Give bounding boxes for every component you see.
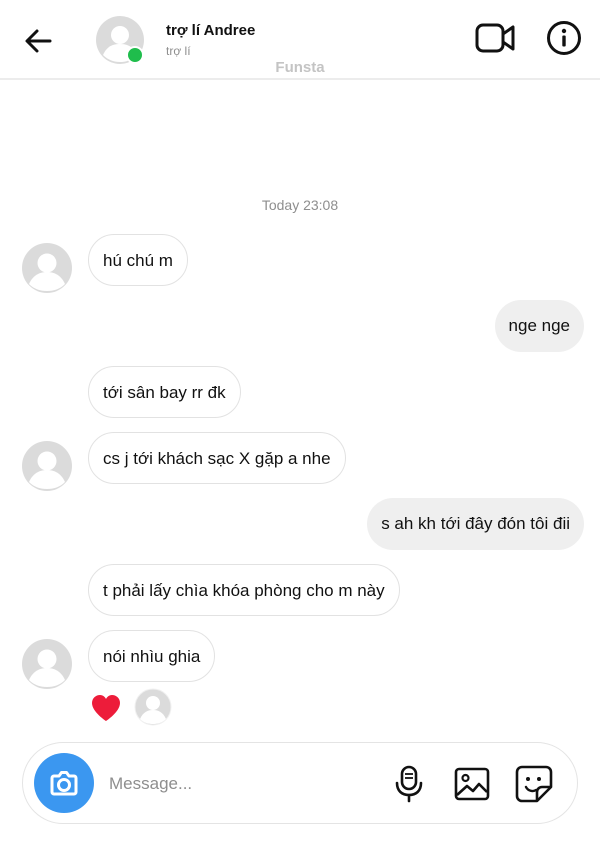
message-input[interactable]	[109, 767, 359, 801]
message-bubble-incoming[interactable]: tới sân bay rr đk	[88, 366, 241, 418]
info-icon[interactable]	[546, 20, 582, 56]
video-call-icon[interactable]	[475, 20, 515, 56]
gallery-icon[interactable]	[454, 767, 490, 801]
sticker-icon[interactable]	[515, 765, 553, 803]
contact-name[interactable]: trợ lí Andree	[166, 22, 255, 39]
back-arrow-icon[interactable]	[22, 24, 56, 58]
contact-subtitle: trợ lí	[166, 44, 191, 58]
message-bubble-outgoing[interactable]: nge nge	[494, 300, 584, 352]
sender-avatar[interactable]	[22, 243, 72, 293]
message-bubble-incoming[interactable]: cs j tới khách sạc X gặp a nhe	[88, 432, 346, 484]
message-bubble-incoming[interactable]: t phải lấy chìa khóa phòng cho m này	[88, 564, 400, 616]
message-bubble-incoming[interactable]: hú chú m	[88, 234, 188, 286]
sender-avatar[interactable]	[22, 441, 72, 491]
heart-reaction-icon[interactable]	[90, 693, 122, 723]
watermark: Funsta	[275, 59, 325, 76]
sender-avatar[interactable]	[22, 639, 72, 689]
conversation-timestamp: Today 23:08	[261, 197, 339, 213]
camera-icon	[50, 771, 78, 796]
camera-button[interactable]	[34, 753, 94, 813]
seen-avatar	[134, 688, 172, 726]
message-bubble-outgoing[interactable]: s ah kh tới đây đón tôi đii	[367, 498, 584, 550]
message-bubble-incoming[interactable]: nói nhìu ghia	[88, 630, 216, 682]
message-composer	[22, 742, 578, 824]
microphone-icon[interactable]	[391, 765, 427, 803]
